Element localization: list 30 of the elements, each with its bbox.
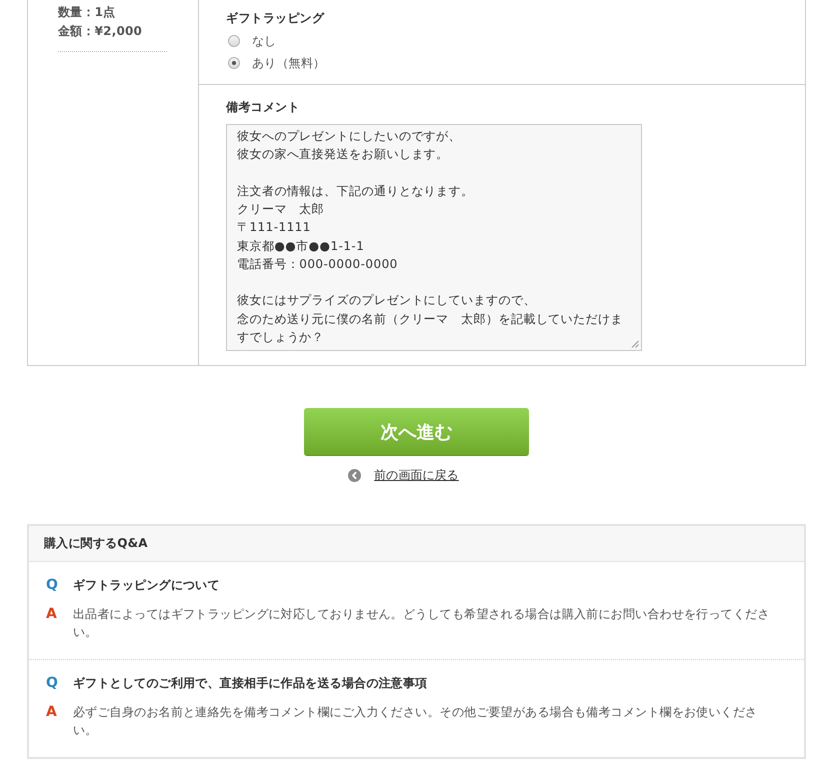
comment-heading: 備考コメント xyxy=(226,99,300,116)
quantity-text: 数量：1点 xyxy=(58,4,116,21)
radio-label[interactable]: あり（無料） xyxy=(252,54,326,72)
qa-title: 購入に関するQ&A xyxy=(44,535,148,552)
back-link[interactable]: 前の画面に戻る xyxy=(348,467,459,483)
comment-textarea[interactable]: 彼女へのプレゼントにしたいのですが、 彼女の家へ直接発送をお願いします。 注文者の情報は、下記の通りとなります。 クリーマ 太郎 〒111-1111 東京都●●市●●1-1-1 電話番号：000-0000-0000 彼女にはサプライズのプレゼントにしていますので、 念のため送り元に僕の名前（クリーマ 太郎）を記載していただけますでしょうか？ xyxy=(226,124,642,351)
comment-text-line: 念のため送り元に僕の名前（クリーマ 太郎）を記載していただけますでしょうか？ xyxy=(237,310,624,346)
comment-text-line: 〒111-1111 xyxy=(237,219,311,236)
comment-text-line: クリーマ 太郎 xyxy=(237,201,324,218)
q-label: Q xyxy=(46,674,58,692)
comment-text-line: 電話番号：000-0000-0000 xyxy=(237,256,398,273)
radio-button[interactable] xyxy=(228,57,240,69)
answer-text: 必ずご自身のお名前と連絡先を備考コメント欄にご入力ください。その他ご要望がある場合も備考コメント欄をお使いください。 xyxy=(73,704,758,739)
comment-text-line: 彼女にはサプライズのプレゼントにしていますので、 xyxy=(237,292,536,310)
radio-button[interactable] xyxy=(228,35,240,47)
comment-text-line: 彼女へのプレゼントにしたいのですが、 xyxy=(237,128,462,145)
answer-text: 出品者によってはギフトラッピングに対応しておりません。どうしても希望される場合は購入前にお問い合わせを行ってください。 xyxy=(73,606,771,641)
question-text: ギフトラッピングについて xyxy=(73,577,221,594)
radio-label[interactable]: なし xyxy=(252,32,276,50)
a-label: A xyxy=(46,703,57,721)
chevron-left-circle-icon xyxy=(348,468,362,482)
question-text: ギフトとしてのご利用で、直接相手に作品を送る場合の注意事項 xyxy=(73,675,428,692)
resize-grip-icon[interactable] xyxy=(631,340,639,348)
q-label: Q xyxy=(46,576,58,594)
comment-text-line: 東京都●●市●●1-1-1 xyxy=(237,238,364,255)
comment-text-line: 注文者の情報は、下記の通りとなります。 xyxy=(237,182,474,200)
a-label: A xyxy=(46,605,57,623)
gift-wrapping-heading: ギフトラッピング xyxy=(226,10,326,27)
comment-text-line: 彼女の家へ直接発送をお願いします。 xyxy=(237,146,449,164)
amount-text: 金額：¥2,000 xyxy=(58,23,144,40)
